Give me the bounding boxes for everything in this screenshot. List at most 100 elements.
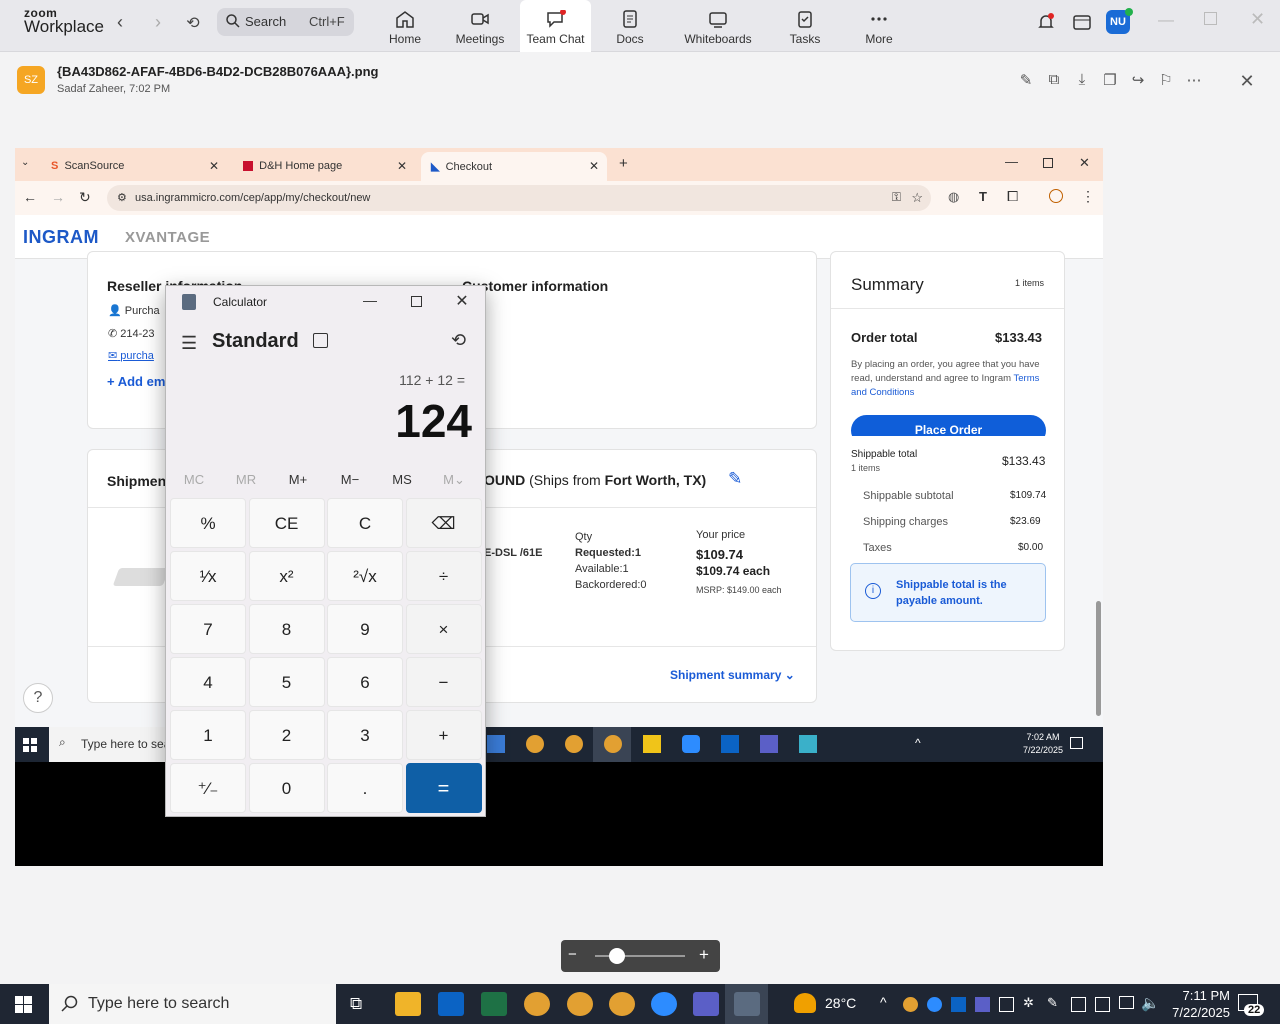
- tab-docs[interactable]: Docs: [606, 0, 654, 52]
- file-explorer-icon[interactable]: [395, 992, 421, 1016]
- zoom-search[interactable]: Search Ctrl+F: [217, 8, 354, 36]
- teams-icon[interactable]: [693, 992, 719, 1016]
- zoom-in-icon[interactable]: +: [699, 945, 709, 965]
- windows-start-icon[interactable]: [15, 996, 32, 1013]
- clear-button[interactable]: C: [327, 498, 403, 548]
- close-window-icon[interactable]: ✕: [1250, 9, 1265, 30]
- hamburger-menu-icon[interactable]: ☰: [181, 333, 197, 354]
- profile-icon[interactable]: [1049, 189, 1063, 203]
- more-options-icon[interactable]: ⋯: [1185, 71, 1203, 89]
- tab-tasks[interactable]: Tasks: [782, 0, 828, 52]
- taskbar-clock[interactable]: 7:11 PM 7/22/2025: [1160, 987, 1230, 1021]
- browser-tab-dh[interactable]: D&H Home page ✕: [233, 152, 415, 181]
- tab-home[interactable]: Home: [378, 0, 432, 52]
- tray-settings-icon[interactable]: ✲: [1023, 995, 1034, 1011]
- tray-display-icon[interactable]: [1095, 997, 1110, 1012]
- url-bar[interactable]: ⚙ usa.ingrammicro.com/cep/app/my/checkou…: [107, 185, 931, 211]
- forward-arrow-icon[interactable]: ›: [146, 12, 170, 33]
- history-icon[interactable]: ⟲: [451, 330, 466, 351]
- subtract-button[interactable]: −: [405, 657, 482, 707]
- calc-maximize-icon[interactable]: [411, 296, 422, 307]
- tray-outlook-icon[interactable]: [951, 997, 966, 1012]
- keep-on-top-icon[interactable]: [313, 333, 328, 348]
- open-external-icon[interactable]: ⧉: [1045, 71, 1063, 89]
- tab-meetings[interactable]: Meetings: [450, 0, 510, 52]
- network-icon[interactable]: [1119, 996, 1134, 1009]
- weather-icon[interactable]: [794, 993, 816, 1013]
- reciprocal-button[interactable]: ¹⁄x: [170, 551, 246, 601]
- taskbar-search[interactable]: Type here to search: [49, 984, 336, 1024]
- browser-close-icon[interactable]: ✕: [1079, 155, 1090, 171]
- email-row[interactable]: ✉ purcha: [108, 349, 154, 362]
- copy-icon[interactable]: ❐: [1101, 71, 1119, 89]
- bookmark-icon[interactable]: ⚐: [1157, 71, 1175, 89]
- translate-icon[interactable]: ◍: [948, 189, 959, 205]
- digit-3-button[interactable]: 3: [327, 710, 403, 760]
- tray-teams-icon[interactable]: [975, 997, 990, 1012]
- tray-zoom-icon[interactable]: [927, 997, 942, 1012]
- scrollbar-thumb[interactable]: [1096, 601, 1101, 716]
- digit-9-button[interactable]: 9: [327, 604, 403, 654]
- star-icon[interactable]: ☆: [911, 190, 923, 206]
- tab-team-chat[interactable]: Team Chat: [520, 0, 591, 52]
- tray-chrome-icon[interactable]: [903, 997, 918, 1012]
- new-tab-icon[interactable]: +: [619, 155, 628, 172]
- chrome-icon[interactable]: [567, 992, 593, 1016]
- back-arrow-icon[interactable]: ‹: [108, 12, 132, 33]
- help-icon[interactable]: ?: [23, 683, 53, 713]
- bell-icon[interactable]: [1036, 12, 1056, 32]
- tab-more[interactable]: More: [856, 0, 902, 52]
- tab-list-icon[interactable]: ⌄: [21, 157, 29, 168]
- history-icon[interactable]: ⟲: [181, 13, 205, 33]
- tray-vpn-icon[interactable]: [1071, 997, 1086, 1012]
- percent-button[interactable]: %: [170, 498, 246, 548]
- share-icon[interactable]: ↪: [1129, 71, 1147, 89]
- memory-subtract-button[interactable]: M−: [325, 472, 375, 487]
- chrome-icon[interactable]: [609, 992, 635, 1016]
- key-icon[interactable]: ⚿: [892, 190, 901, 205]
- digit-4-button[interactable]: 4: [170, 657, 246, 707]
- browser-back-icon[interactable]: ←: [23, 189, 37, 205]
- divide-button[interactable]: ÷: [405, 551, 482, 601]
- close-tab-icon[interactable]: ✕: [589, 159, 599, 173]
- zoom-slider-thumb[interactable]: [609, 948, 625, 964]
- browser-forward-icon[interactable]: →: [51, 189, 65, 205]
- clear-entry-button[interactable]: CE: [248, 498, 325, 548]
- digit-8-button[interactable]: 8: [248, 604, 325, 654]
- negate-button[interactable]: ⁺⁄₋: [170, 763, 246, 813]
- site-info-icon[interactable]: ⚙: [117, 191, 127, 204]
- digit-2-button[interactable]: 2: [248, 710, 325, 760]
- add-email-link[interactable]: + Add em: [107, 374, 165, 389]
- close-tab-icon[interactable]: ✕: [397, 159, 407, 173]
- browser-tab-checkout[interactable]: ◣ Checkout ✕: [421, 152, 607, 181]
- weather-temp[interactable]: 28°C: [825, 995, 856, 1011]
- memory-clear-button[interactable]: MC: [169, 472, 219, 487]
- tab-whiteboards[interactable]: Whiteboards: [680, 0, 756, 52]
- tray-app-icon[interactable]: [999, 997, 1014, 1012]
- calendar-icon[interactable]: [1072, 12, 1092, 32]
- zoom-app-icon[interactable]: [651, 992, 677, 1016]
- browser-minimize-icon[interactable]: —: [1005, 154, 1018, 169]
- calculator-taskbar-icon[interactable]: [734, 992, 760, 1016]
- memory-recall-button[interactable]: MR: [221, 472, 271, 487]
- digit-0-button[interactable]: 0: [248, 763, 325, 813]
- volume-icon[interactable]: 🔈: [1141, 994, 1160, 1012]
- equals-button[interactable]: =: [405, 763, 482, 813]
- browser-tab-scansource[interactable]: S ScanSource ✕: [41, 152, 227, 181]
- page-scrollbar[interactable]: [1095, 261, 1102, 721]
- close-tab-icon[interactable]: ✕: [209, 159, 219, 173]
- digit-6-button[interactable]: 6: [327, 657, 403, 707]
- multiply-button[interactable]: ×: [405, 604, 482, 654]
- task-view-icon[interactable]: ⧉: [350, 994, 362, 1014]
- calc-close-icon[interactable]: ✕: [447, 291, 477, 311]
- memory-store-button[interactable]: MS: [377, 472, 427, 487]
- calc-minimize-icon[interactable]: —: [355, 292, 385, 308]
- tray-tool-icon[interactable]: ✎: [1047, 995, 1058, 1011]
- maximize-icon[interactable]: [1204, 12, 1217, 25]
- extensions-icon[interactable]: ⧠: [1007, 188, 1018, 205]
- memory-list-button[interactable]: M⌄: [429, 472, 479, 488]
- shipment-summary-toggle[interactable]: Shipment summary ⌄: [670, 668, 795, 682]
- reload-icon[interactable]: ↻: [79, 189, 91, 206]
- backspace-button[interactable]: ⌫: [405, 498, 482, 548]
- square-root-button[interactable]: ²√x: [327, 551, 403, 601]
